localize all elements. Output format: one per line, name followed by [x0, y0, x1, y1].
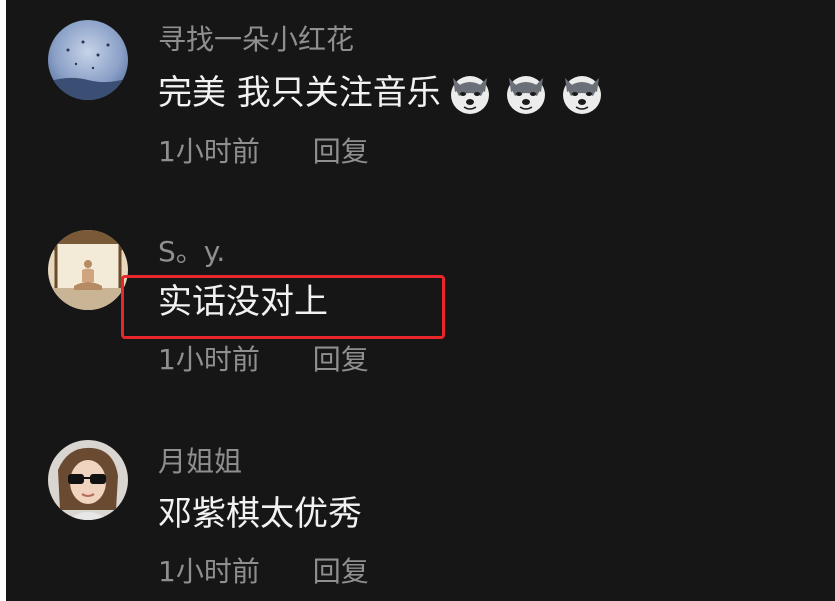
avatar[interactable]	[48, 440, 128, 520]
night-sky-avatar-image	[48, 20, 128, 100]
husky-emoji-icon	[450, 76, 489, 114]
woman-sunglasses-avatar-image	[48, 440, 128, 520]
comment-meta: 1小时前 回复	[158, 134, 369, 170]
emoji-row	[447, 70, 615, 116]
comment-time: 1小时前	[158, 343, 260, 376]
comment-username[interactable]: S。y.	[158, 234, 225, 270]
comment-username[interactable]: 寻找一朵小红花	[158, 22, 354, 58]
comment-text: 实话没对上	[158, 280, 328, 324]
avatar[interactable]	[48, 230, 128, 310]
husky-emoji-icon	[506, 76, 545, 114]
comment-time: 1小时前	[158, 135, 260, 168]
reply-button[interactable]: 回复	[313, 554, 369, 590]
comment-meta: 1小时前 回复	[158, 342, 369, 378]
comment-text-body: 实话没对上	[158, 282, 328, 322]
comment-time: 1小时前	[158, 555, 260, 588]
meditation-avatar-image	[48, 230, 128, 310]
husky-emoji-icon	[562, 76, 601, 114]
comment-list: 寻找一朵小红花 完美 我只关注音乐 1小时前 回复 S。y. 实话没对上 1小时…	[6, 0, 835, 601]
comment-username[interactable]: 月姐姐	[158, 444, 242, 480]
reply-button[interactable]: 回复	[313, 342, 369, 378]
comment-text-body: 邓紫棋太优秀	[158, 494, 362, 534]
comment-text: 完美 我只关注音乐	[158, 70, 615, 116]
comment-text: 邓紫棋太优秀	[158, 492, 362, 536]
comment-meta: 1小时前 回复	[158, 554, 369, 590]
reply-button[interactable]: 回复	[313, 134, 369, 170]
avatar[interactable]	[48, 20, 128, 100]
comment-text-body: 完美 我只关注音乐	[158, 73, 441, 113]
